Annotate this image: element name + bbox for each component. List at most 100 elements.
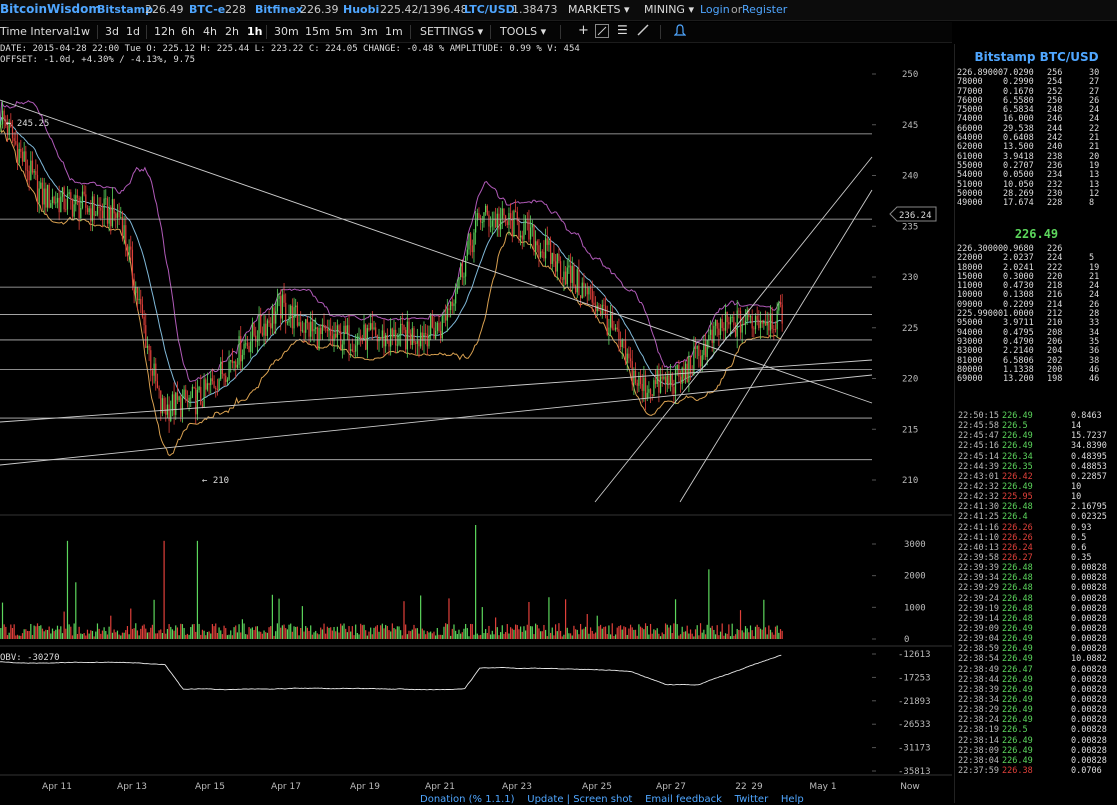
volume-bar — [609, 634, 612, 639]
candle-body — [646, 392, 648, 399]
trade-amount: 0.00828 — [1071, 573, 1107, 584]
interval-2h[interactable]: 2h — [225, 25, 239, 38]
volume-bar — [233, 627, 235, 639]
candle-body — [338, 325, 340, 332]
trade-time: 22:38:49 — [958, 664, 999, 675]
candle-body — [273, 307, 275, 324]
interval-12h[interactable]: 12h — [154, 25, 175, 38]
volume-bar — [428, 632, 430, 639]
volume-bar — [336, 626, 338, 639]
candle-body — [485, 205, 487, 213]
obv-tick-label: -17253 — [898, 673, 931, 683]
mining-menu[interactable]: MINING ▾ — [644, 3, 694, 16]
price-tick-label: 240 — [902, 172, 918, 182]
footer-feedback[interactable]: Email feedback — [645, 794, 722, 805]
volume-bar — [470, 623, 472, 639]
candle-body — [571, 265, 573, 283]
crosshair-icon[interactable]: + — [578, 23, 589, 38]
candle-body — [461, 263, 463, 278]
trade-time: 22:43:01 — [958, 471, 999, 482]
volume-bar — [93, 636, 95, 639]
tools-menu[interactable]: TOOLS ▾ — [500, 25, 546, 38]
candle-body — [203, 379, 205, 408]
interval-1w[interactable]: 1w — [74, 25, 90, 38]
volume-bar — [588, 633, 590, 639]
candle-body — [248, 346, 250, 352]
candle-body — [255, 335, 257, 342]
volume-bar — [271, 594, 273, 639]
price-chart[interactable]: 250 245 240 235 230 225 220 215 210 3000 2000 1000 0… — [0, 62, 952, 803]
volume-bar — [410, 631, 412, 639]
logo[interactable]: BitcoinWisdom — [0, 2, 101, 16]
obv-line-path — [0, 654, 782, 691]
interval-1m[interactable]: 1m — [385, 25, 403, 38]
volume-bar — [468, 636, 470, 639]
pen-icon[interactable] — [637, 24, 649, 39]
candle-body — [138, 298, 140, 301]
candle-body — [160, 390, 162, 414]
exchange-bitfinex[interactable]: Bitfinex — [255, 3, 303, 16]
volume-bar — [574, 629, 577, 639]
candle-body — [115, 213, 117, 218]
interval-6h[interactable]: 6h — [181, 25, 195, 38]
interval-3d[interactable]: 3d — [105, 25, 119, 38]
footer-donation[interactable]: Donation (% 1.1.1) — [420, 794, 515, 805]
footer-update[interactable]: Update | Screen shot — [527, 794, 632, 805]
volume-bar — [323, 623, 325, 639]
time-tick-label: Apr 19 — [350, 782, 380, 792]
login-link[interactable]: Login — [700, 3, 730, 16]
volume-bar — [198, 623, 200, 639]
interval-4h[interactable]: 4h — [203, 25, 217, 38]
settings-menu[interactable]: SETTINGS ▾ — [420, 25, 483, 38]
trade-time: 22:38:29 — [958, 705, 999, 716]
trade-row: 22:38:54 226.49 10.0882 — [955, 654, 1117, 664]
candle-body — [490, 226, 492, 228]
candle-body — [221, 361, 224, 374]
candle-body — [681, 367, 683, 384]
horizontal-lines-icon[interactable]: ☰ — [617, 23, 628, 37]
footer-help[interactable]: Help — [781, 794, 804, 805]
volume-bar — [111, 632, 114, 639]
volume-bar — [638, 624, 640, 639]
interval-30m[interactable]: 30m — [274, 25, 299, 38]
candle-body — [243, 343, 245, 356]
trade-time: 22:38:59 — [958, 644, 999, 655]
exchange-huobi[interactable]: Huobi — [343, 3, 379, 16]
volume-bar — [653, 629, 655, 639]
bell-icon[interactable] — [673, 24, 687, 40]
candle-body — [478, 213, 480, 218]
candle-body — [606, 315, 608, 335]
interval-1d[interactable]: 1d — [126, 25, 140, 38]
exchange-btce[interactable]: BTC-e — [189, 3, 225, 16]
candle-body — [458, 277, 460, 288]
candle-body — [311, 321, 313, 332]
candle-body — [268, 320, 270, 324]
candle-body — [195, 387, 197, 415]
volume-bar — [438, 634, 440, 639]
candle-body — [30, 160, 32, 181]
interval-1h[interactable]: 1h — [247, 25, 263, 38]
interval-3m[interactable]: 3m — [360, 25, 378, 38]
exchange-ltcusd[interactable]: LTC/USD — [464, 3, 515, 16]
interval-15m[interactable]: 15m — [305, 25, 330, 38]
candle-body — [46, 184, 49, 208]
candle-body — [345, 325, 347, 334]
volume-bar — [0, 628, 2, 639]
candle-body — [101, 210, 104, 219]
markets-menu[interactable]: MARKETS ▾ — [568, 3, 630, 16]
trend-line — [0, 374, 873, 466]
candle-body — [370, 323, 372, 330]
trade-amount: 14 — [1071, 421, 1082, 432]
register-link[interactable]: Register — [742, 3, 787, 16]
candle-body — [125, 225, 127, 246]
candle-body — [518, 221, 520, 238]
volume-bar — [236, 632, 238, 639]
interval-5m[interactable]: 5m — [335, 25, 353, 38]
trade-amount: 0.00828 — [1071, 674, 1107, 685]
footer-twitter[interactable]: Twitter — [735, 794, 769, 805]
candle-body — [226, 379, 229, 382]
trendline-tool-icon[interactable] — [595, 24, 609, 38]
volume-bar — [250, 628, 252, 639]
volume-tick-label: 1000 — [904, 603, 926, 613]
volume-bar — [614, 634, 617, 639]
